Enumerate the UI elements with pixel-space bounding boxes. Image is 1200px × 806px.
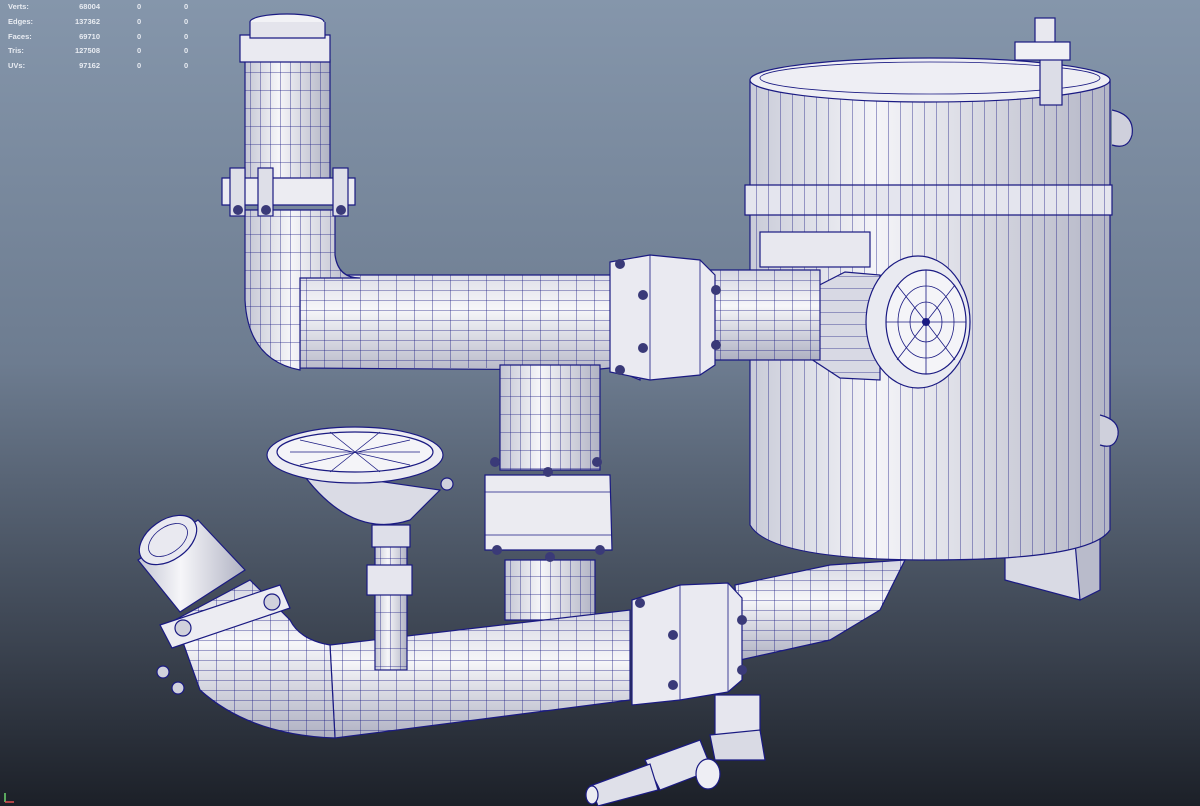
lower-horizontal-pipe[interactable] <box>329 559 907 739</box>
hud-row-verts: Verts: 68004 0 0 <box>8 2 198 17</box>
drain-valve-assembly[interactable] <box>585 694 766 806</box>
hud-value: 0 <box>184 46 189 56</box>
hud-row-faces: Faces: 69710 0 0 <box>8 32 198 47</box>
hud-value: 137362 <box>74 16 100 26</box>
hud-value: 97162 <box>79 61 100 71</box>
upper-horizontal-pipe[interactable] <box>299 261 821 381</box>
hud-label: Edges: <box>8 16 34 26</box>
hud-value: 69710 <box>79 31 100 41</box>
3d-viewport[interactable]: Verts: 68004 0 0 Edges: 137362 0 0 Faces… <box>0 0 1200 806</box>
hud-value: 127508 <box>74 46 100 56</box>
hud-value: 0 <box>137 16 142 26</box>
hud-value: 0 <box>184 2 189 11</box>
hud-value: 0 <box>137 2 142 11</box>
hud-label: Tris: <box>8 46 24 56</box>
hud-value: 0 <box>137 46 142 56</box>
middle-flange[interactable] <box>484 457 613 562</box>
hud-label: Verts: <box>8 2 29 11</box>
hud-row-tris: Tris: 127508 0 0 <box>8 46 198 61</box>
hud-value: 0 <box>184 61 189 71</box>
hud-value: 68004 <box>79 2 100 11</box>
hud-value: 0 <box>137 31 142 41</box>
upper-flange[interactable] <box>609 254 721 381</box>
hud-row-uvs: UVs: 97162 0 0 <box>8 61 198 76</box>
poly-count-hud: Verts: 68004 0 0 Edges: 137362 0 0 Faces… <box>8 2 198 76</box>
hud-value: 0 <box>184 16 189 26</box>
hud-value: 0 <box>184 31 189 41</box>
hud-label: Faces: <box>8 31 32 41</box>
wireframe-pipe-model[interactable] <box>0 0 1200 806</box>
hud-row-edges: Edges: 137362 0 0 <box>8 17 198 32</box>
hud-label: UVs: <box>8 61 26 71</box>
lower-flange[interactable] <box>631 582 747 706</box>
hud-value: 0 <box>137 61 142 71</box>
axis-gizmo-icon <box>4 793 14 803</box>
